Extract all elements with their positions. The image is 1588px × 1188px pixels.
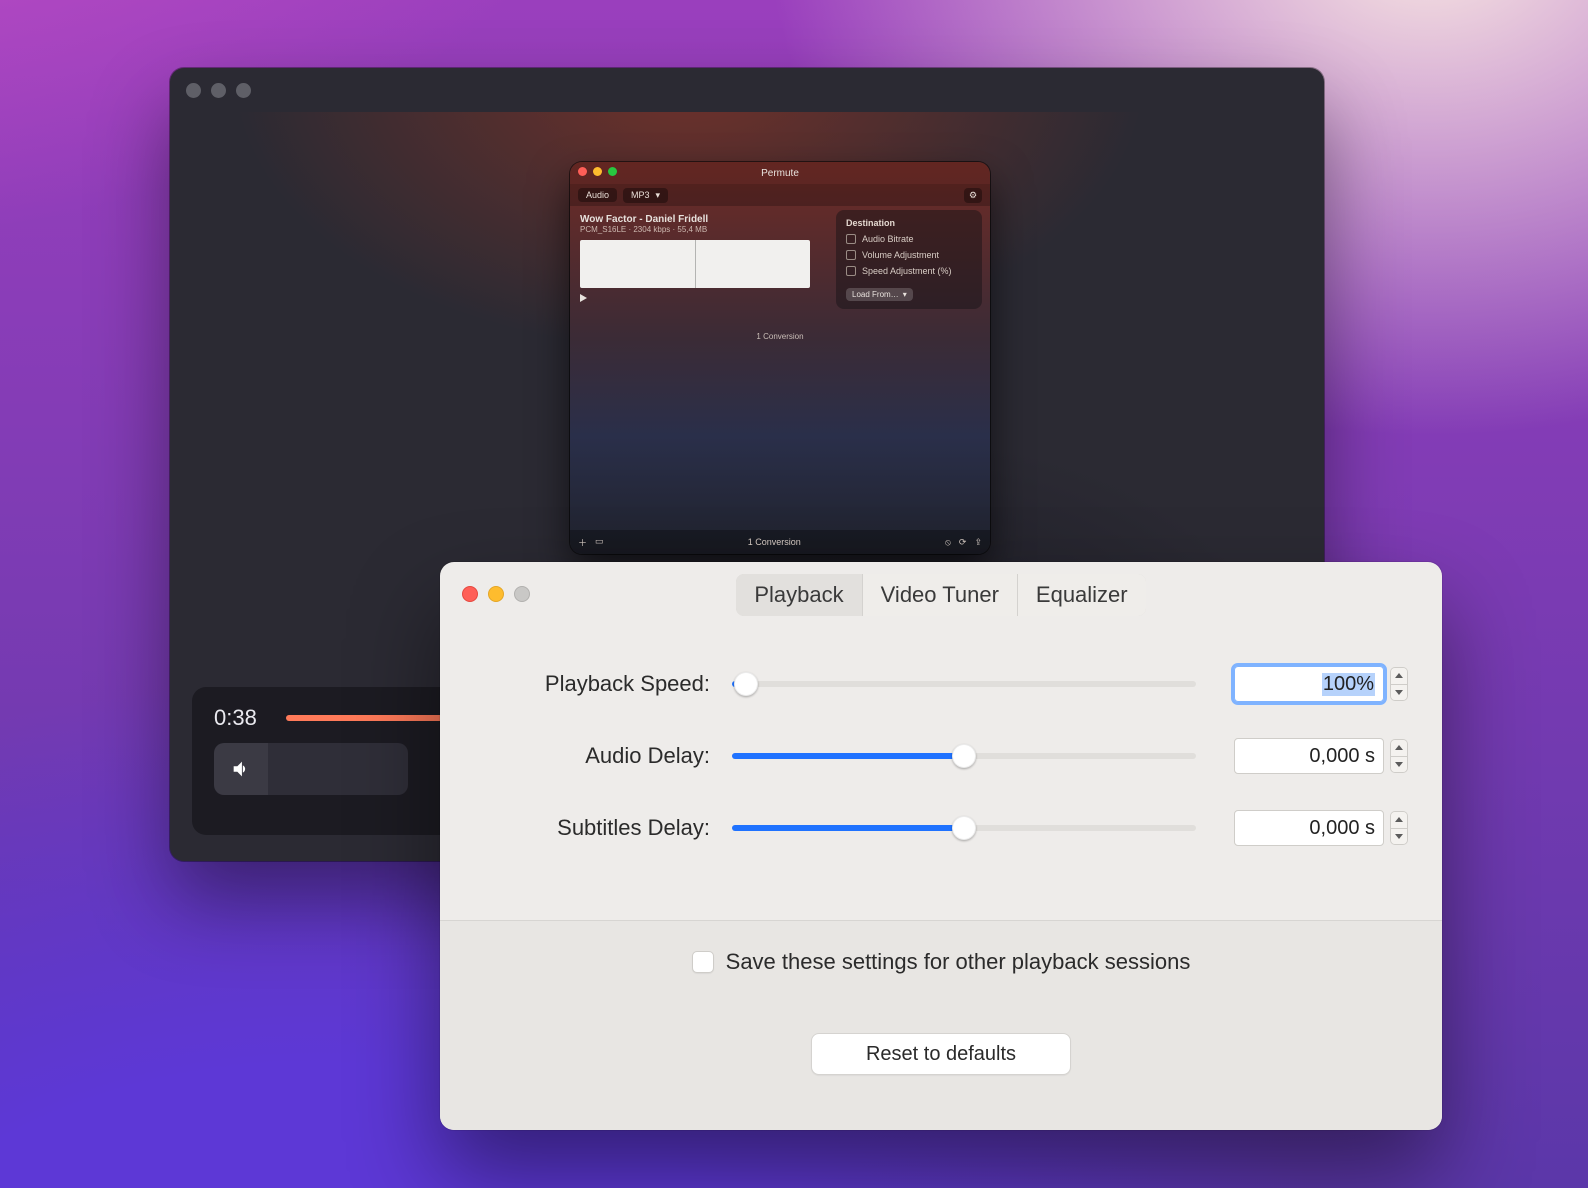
stepper-up[interactable] xyxy=(1391,812,1407,829)
permute-type-chip[interactable]: Audio xyxy=(578,188,617,202)
traffic-lights xyxy=(462,586,530,602)
close-icon[interactable] xyxy=(462,586,478,602)
image-icon[interactable]: ▭ xyxy=(595,536,604,549)
permute-status: 1 Conversion xyxy=(570,332,990,341)
permute-bottom-count: 1 Conversion xyxy=(748,537,801,547)
reset-defaults-button[interactable]: Reset to defaults xyxy=(811,1033,1071,1075)
playback-speed-stepper[interactable] xyxy=(1390,667,1408,701)
background-titlebar xyxy=(170,68,1324,112)
permute-side-heading: Destination xyxy=(846,218,972,228)
stepper-up[interactable] xyxy=(1391,668,1407,685)
run-icon[interactable]: ⟳ xyxy=(959,537,967,548)
volume-slider[interactable] xyxy=(268,743,408,795)
permute-side-panel: Destination Audio Bitrate Volume Adjustm… xyxy=(836,210,982,309)
stop-icon[interactable]: ⦸ xyxy=(945,537,951,548)
permute-settings-icon[interactable]: ⚙ xyxy=(964,188,982,203)
playback-settings-panel: Playback Video Tuner Equalizer Playback … xyxy=(440,562,1442,1130)
save-settings-checkbox[interactable] xyxy=(692,951,714,973)
permute-waveform xyxy=(580,240,810,288)
chevron-up-icon xyxy=(1395,745,1403,750)
subtitles-delay-slider[interactable] xyxy=(732,825,1196,831)
permute-opt-bitrate: Audio Bitrate xyxy=(862,234,914,244)
export-icon[interactable]: ⇪ xyxy=(974,537,982,548)
subtitles-delay-input[interactable]: 0,000 s xyxy=(1234,810,1384,846)
checkbox-icon[interactable] xyxy=(846,250,856,260)
zoom-icon-disabled xyxy=(514,586,530,602)
plus-icon[interactable]: ＋ xyxy=(578,536,587,549)
chevron-up-icon xyxy=(1395,673,1403,678)
checkbox-icon[interactable] xyxy=(846,266,856,276)
permute-track-title: Wow Factor - Daniel Fridell xyxy=(580,214,810,225)
subtitles-delay-label: Subtitles Delay: xyxy=(474,815,710,841)
playback-speed-input[interactable]: 100% xyxy=(1234,666,1384,702)
playback-speed-slider[interactable] xyxy=(732,681,1196,687)
permute-bottom-bar: ＋ ▭ 1 Conversion ⦸ ⟳ ⇪ xyxy=(570,530,990,554)
tab-playback[interactable]: Playback xyxy=(736,574,862,616)
chevron-down-icon xyxy=(1395,834,1403,839)
close-dot[interactable] xyxy=(186,83,201,98)
volume-button[interactable] xyxy=(214,743,268,795)
permute-window: Permute Audio MP3▾ ⚙ Wow Factor - Daniel… xyxy=(570,162,990,554)
chevron-down-icon: ▾ xyxy=(656,190,661,201)
elapsed-time: 0:38 xyxy=(214,705,268,731)
stepper-down[interactable] xyxy=(1391,829,1407,845)
permute-opt-volume: Volume Adjustment xyxy=(862,250,939,260)
permute-load-from-button[interactable]: Load From…▾ xyxy=(846,288,913,301)
permute-minimize-icon[interactable] xyxy=(593,167,602,176)
audio-delay-slider[interactable] xyxy=(732,753,1196,759)
chevron-down-icon xyxy=(1395,690,1403,695)
slider-thumb[interactable] xyxy=(952,744,976,768)
permute-format-chip[interactable]: MP3▾ xyxy=(623,188,668,203)
stepper-up[interactable] xyxy=(1391,740,1407,757)
traffic-lights xyxy=(186,83,251,98)
permute-track-meta: PCM_S16LE · 2304 kbps · 55,4 MB xyxy=(580,225,810,234)
tab-equalizer[interactable]: Equalizer xyxy=(1018,574,1146,616)
tab-segmented-control: Playback Video Tuner Equalizer xyxy=(736,574,1145,616)
slider-thumb[interactable] xyxy=(952,816,976,840)
speaker-icon xyxy=(230,758,252,780)
stepper-down[interactable] xyxy=(1391,685,1407,701)
zoom-dot[interactable] xyxy=(236,83,251,98)
permute-zoom-icon[interactable] xyxy=(608,167,617,176)
audio-delay-label: Audio Delay: xyxy=(474,743,710,769)
audio-delay-stepper[interactable] xyxy=(1390,739,1408,773)
permute-title: Permute xyxy=(761,168,799,179)
tab-video-tuner[interactable]: Video Tuner xyxy=(863,574,1018,616)
chevron-down-icon: ▾ xyxy=(903,290,907,299)
save-settings-label: Save these settings for other playback s… xyxy=(726,949,1191,975)
slider-thumb[interactable] xyxy=(734,672,758,696)
chevron-down-icon xyxy=(1395,762,1403,767)
audio-delay-input[interactable]: 0,000 s xyxy=(1234,738,1384,774)
minimize-dot[interactable] xyxy=(211,83,226,98)
permute-toolbar: Audio MP3▾ ⚙ xyxy=(570,184,990,206)
checkbox-icon[interactable] xyxy=(846,234,856,244)
minimize-icon[interactable] xyxy=(488,586,504,602)
stepper-down[interactable] xyxy=(1391,757,1407,773)
permute-opt-speed: Speed Adjustment (%) xyxy=(862,266,952,276)
permute-close-icon[interactable] xyxy=(578,167,587,176)
playback-speed-label: Playback Speed: xyxy=(474,671,710,697)
permute-play-icon[interactable] xyxy=(580,294,587,302)
chevron-up-icon xyxy=(1395,817,1403,822)
subtitles-delay-stepper[interactable] xyxy=(1390,811,1408,845)
